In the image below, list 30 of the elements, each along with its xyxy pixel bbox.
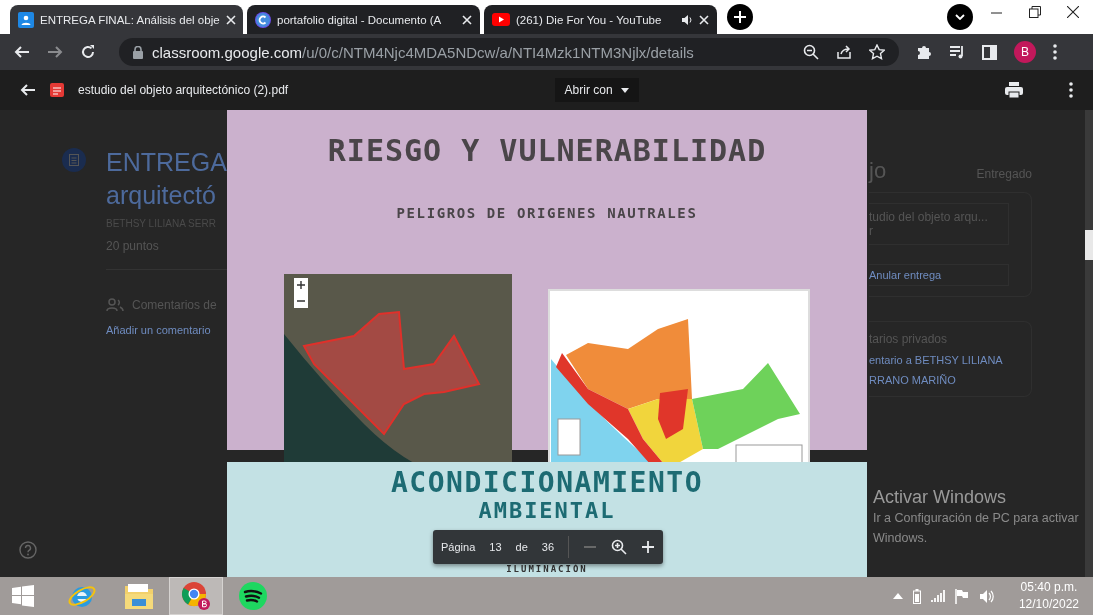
tab-title: portafolio digital - Documento (A xyxy=(277,13,443,26)
slide-title: ACONDICIONAMIENTO xyxy=(390,468,704,498)
browser-tab[interactable]: portafolio digital - Documento (A xyxy=(247,5,480,34)
file-name: estudio del objeto arquitectónico (2).pdf xyxy=(78,83,289,97)
assignment-title: ENTREGA xyxy=(106,147,227,178)
slide-heading: ILUMINACIÓN xyxy=(506,564,588,575)
tab-title: (261) Die For You - YouTube xyxy=(516,13,663,26)
clock-time: 05:40 p.m. xyxy=(1020,579,1078,596)
assignment-title: arquitectó xyxy=(106,180,217,211)
open-with-button[interactable]: Abrir con xyxy=(554,78,639,102)
profile-avatar[interactable]: B xyxy=(1014,41,1036,63)
add-private-comment-link[interactable]: entario a BETHSY LILIANA xyxy=(869,354,1021,366)
add-comment-link[interactable]: Añadir un comentario xyxy=(106,324,227,336)
activation-message: Ir a Configuración de PC para activar Windows. xyxy=(873,510,1080,547)
address-bar[interactable]: classroom.google.com/u/0/c/NTM4Njc4MDA5NDcw/a/NTI4Mzk1NTM3Njlx/details xyxy=(119,38,899,66)
page-label: Página xyxy=(441,541,476,553)
page-of-label: de xyxy=(515,541,528,553)
add-private-comment-link[interactable]: RRANO MARIÑO xyxy=(869,374,1021,386)
browser-tab[interactable]: ENTREGA FINAL: Análisis del obje xyxy=(10,5,243,34)
slide-title: RIESGO Y VULNERABILIDAD xyxy=(327,134,767,168)
activation-title: Activar Windows xyxy=(873,487,1008,508)
slide-heading: AMBIENTAL xyxy=(478,498,616,524)
page-total: 36 xyxy=(541,541,554,553)
slide-subtitle: PELIGROS DE ORIGENES NAUTRALES xyxy=(396,204,698,222)
unsubmit-button[interactable]: Anular entrega xyxy=(869,264,1009,286)
url-text[interactable]: classroom.google.com/u/0/c/NTM4Njc4MDA5NDcw/a/NTI4Mzk1NTM3Njlx/details xyxy=(152,43,794,61)
clock-date: 12/10/2022 xyxy=(1018,596,1079,613)
page-number[interactable]: 13 xyxy=(489,541,502,553)
tab-title: ENTREGA FINAL: Análisis del obje xyxy=(40,13,220,26)
browser-tab[interactable]: (261) Die For You - YouTube xyxy=(484,5,717,34)
